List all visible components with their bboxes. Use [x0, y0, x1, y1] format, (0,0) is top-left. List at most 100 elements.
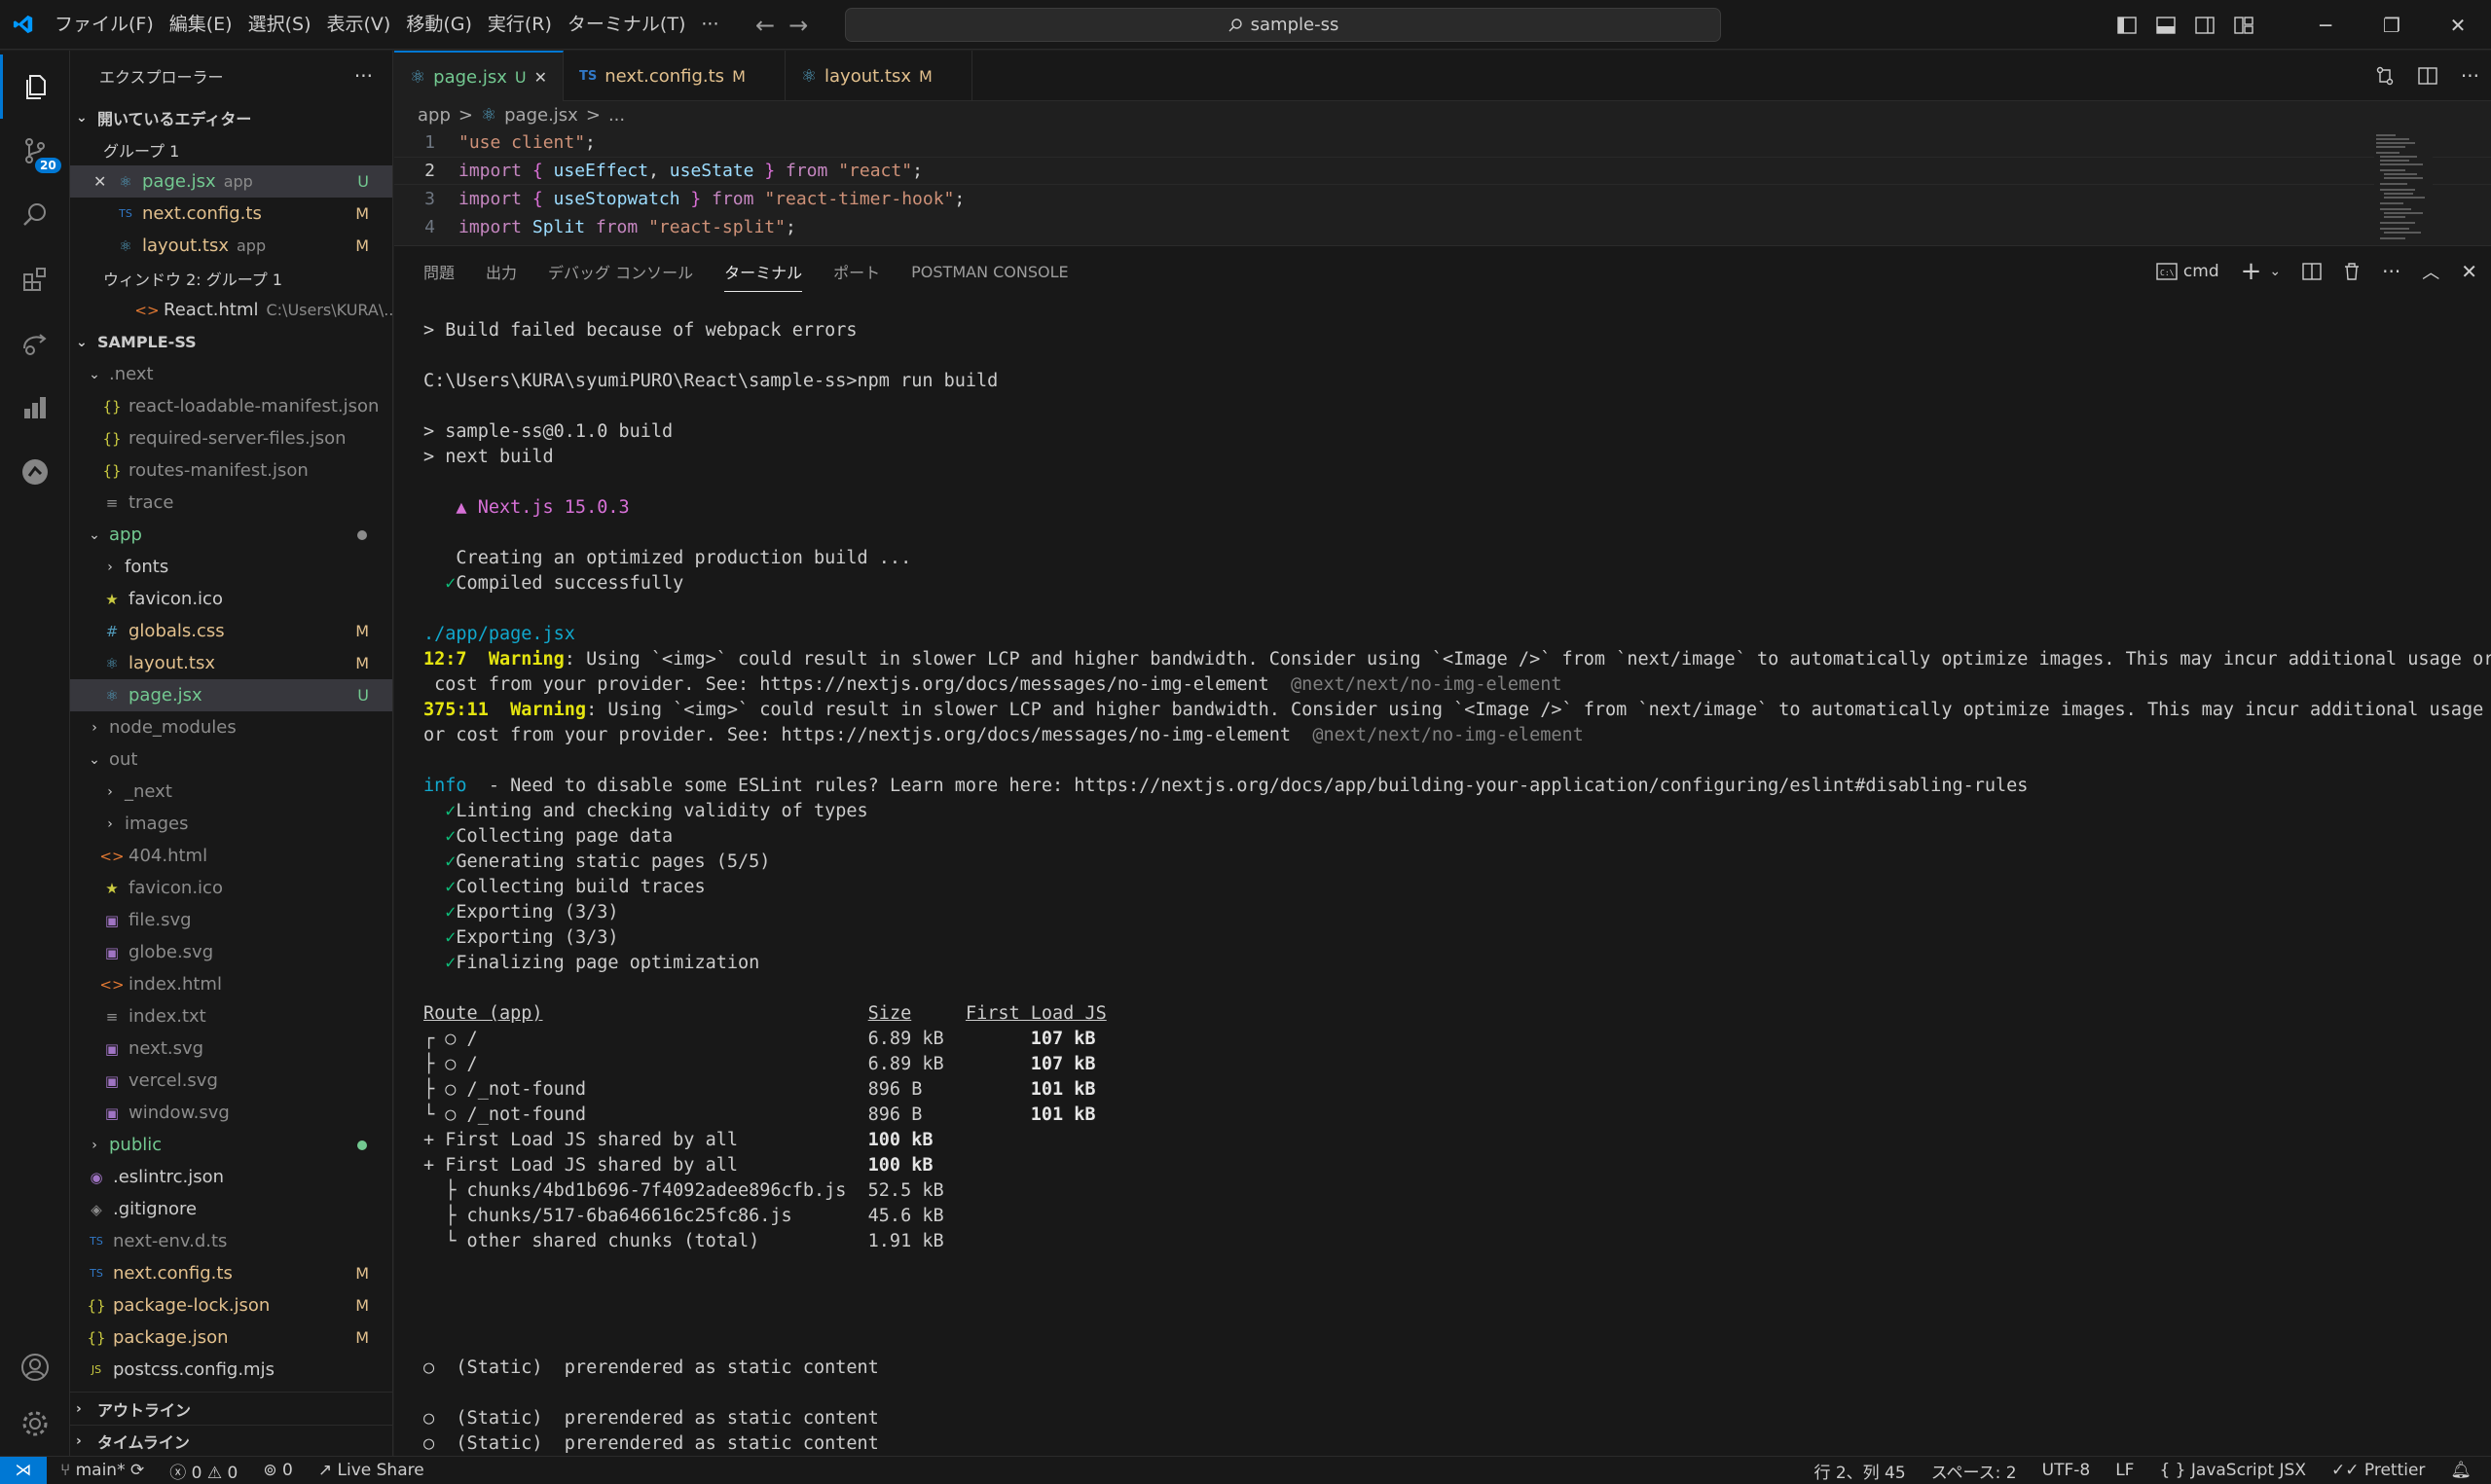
open-editor-item[interactable]: ✕ ⚛ page.jsx app U [70, 165, 392, 198]
outline-header[interactable]: › アウトライン [70, 1393, 392, 1425]
explorer-icon[interactable] [0, 54, 70, 119]
close-window-button[interactable]: ✕ [2425, 0, 2491, 50]
menu-item[interactable]: 編集(E) [162, 0, 240, 50]
folder-item[interactable]: › _next [70, 776, 392, 808]
maximize-panel-icon[interactable]: ︿ [2422, 259, 2439, 284]
file-item[interactable]: ≡ trace [70, 487, 392, 519]
folder-item[interactable]: › public [70, 1129, 392, 1161]
panel-tab[interactable]: POSTMAN CONSOLE [911, 255, 1068, 289]
file-item[interactable]: # globals.css M [70, 615, 392, 647]
file-item[interactable]: ⚛ page.jsx U [70, 679, 392, 711]
new-terminal-icon[interactable]: + [2241, 257, 2262, 286]
trash-icon[interactable] [2343, 262, 2361, 281]
file-item[interactable]: ▣ file.svg [70, 904, 392, 936]
branch-indicator[interactable]: ⑂ main* ⟳ [60, 1461, 144, 1480]
cursor-position[interactable]: 行 2、列 45 [1813, 1459, 1905, 1483]
toggle-panel-icon[interactable] [2156, 16, 2176, 34]
toggle-secondary-sidebar-icon[interactable] [2195, 16, 2215, 34]
code-line[interactable]: 4 import Split from "react-split"; [394, 213, 2491, 241]
search-icon[interactable] [0, 183, 70, 247]
account-icon[interactable] [0, 1335, 70, 1399]
file-item[interactable]: ▣ window.svg [70, 1097, 392, 1129]
minimize-button[interactable]: ─ [2292, 0, 2359, 50]
file-item[interactable]: {} routes-manifest.json [70, 454, 392, 487]
open-editor-item[interactable]: ⚛ layout.tsx app M [70, 230, 392, 262]
customize-layout-icon[interactable] [2234, 16, 2253, 34]
file-item[interactable]: <> 404.html [70, 840, 392, 872]
menu-item[interactable]: 選択(S) [240, 0, 319, 50]
encoding[interactable]: UTF-8 [2042, 1461, 2091, 1480]
settings-gear-icon[interactable] [0, 1392, 70, 1456]
code-line[interactable]: 1 "use client"; [394, 128, 2491, 157]
file-item[interactable]: TS next-env.d.ts [70, 1225, 392, 1257]
menu-item[interactable]: ··· [693, 0, 726, 50]
editor-tab[interactable]: TS next.config.ts M [564, 51, 786, 101]
editor-tab[interactable]: ⚛ layout.tsx M [786, 51, 972, 101]
file-item[interactable]: ★ favicon.ico [70, 583, 392, 615]
file-item[interactable]: {} react-loadable-manifest.json [70, 390, 392, 422]
file-item[interactable]: ≡ index.txt [70, 1000, 392, 1032]
open-changes-icon[interactable] [2375, 66, 2395, 86]
close-tab-icon[interactable]: ✕ [534, 68, 547, 87]
panel-tab[interactable]: 出力 [486, 252, 517, 291]
toggle-sidebar-icon[interactable] [2117, 16, 2137, 34]
open-editor-item[interactable]: <> React.html C:\Users\KURA\... [70, 294, 392, 326]
folder-item[interactable]: › fonts [70, 551, 392, 583]
extensions-icon[interactable] [0, 247, 70, 311]
code-editor[interactable]: 1 "use client"; 2 import { useEffect, useSt… [394, 128, 2491, 241]
file-item[interactable]: ▣ vercel.svg [70, 1065, 392, 1097]
open-editor-item[interactable]: TS next.config.ts M [70, 198, 392, 230]
menu-item[interactable]: 移動(G) [398, 0, 480, 50]
folder-item[interactable]: ⌄ out [70, 743, 392, 776]
live-share-button[interactable]: ↗ Live Share [318, 1461, 424, 1480]
panel-tab[interactable]: デバッグ コンソール [548, 252, 693, 291]
file-item[interactable]: {} required-server-files.json [70, 422, 392, 454]
maximize-button[interactable]: ❐ [2359, 0, 2425, 50]
file-item[interactable]: <> index.html [70, 968, 392, 1000]
forward-arrow-icon[interactable]: → [788, 12, 808, 39]
project-header[interactable]: ⌄ SAMPLE-SS [70, 326, 392, 358]
file-item[interactable]: JS postcss.config.mjs [70, 1354, 392, 1386]
file-item[interactable]: {} package.json M [70, 1321, 392, 1354]
file-item[interactable]: ◉ .eslintrc.json [70, 1161, 392, 1193]
chart-icon[interactable] [0, 376, 70, 440]
breadcrumb-item[interactable]: app [418, 105, 451, 126]
code-line[interactable]: 2 import { useEffect, useState } from "re… [394, 157, 2491, 185]
editor-more-icon[interactable]: ··· [2461, 64, 2479, 88]
remote-indicator-icon[interactable]: ⋊ [0, 1456, 47, 1484]
panel-more-icon[interactable]: ··· [2382, 260, 2400, 283]
gitlens-icon[interactable] [0, 440, 70, 504]
open-editors-header[interactable]: ⌄ 開いているエディター [70, 101, 392, 133]
notifications-bell-icon[interactable]: 🔔︎ [2450, 1461, 2472, 1480]
folder-item[interactable]: › images [70, 808, 392, 840]
menu-item[interactable]: 表示(V) [319, 0, 399, 50]
timeline-header[interactable]: › タイムライン [70, 1425, 392, 1456]
remote-explorer-icon[interactable] [0, 311, 70, 376]
editor-tab[interactable]: ⚛ page.jsx U ✕ [394, 51, 564, 101]
breadcrumb-item[interactable]: ... [608, 105, 625, 126]
file-item[interactable]: TS next.config.ts M [70, 1257, 392, 1289]
prettier-status[interactable]: ✓✓ Prettier [2331, 1461, 2425, 1480]
more-actions-button[interactable]: ··· [354, 64, 373, 88]
close-panel-icon[interactable]: ✕ [2461, 260, 2477, 283]
split-terminal-icon[interactable] [2302, 262, 2322, 281]
code-line[interactable]: 3 import { useStopwatch } from "react-tim… [394, 185, 2491, 213]
panel-tab[interactable]: ターミナル [724, 252, 803, 292]
split-editor-icon[interactable] [2418, 66, 2437, 86]
ports-indicator[interactable]: ⊚ 0 [263, 1461, 292, 1480]
folder-item[interactable]: › node_modules [70, 711, 392, 743]
close-icon[interactable]: ✕ [93, 172, 113, 191]
panel-tab[interactable]: 問題 [423, 252, 455, 291]
file-item[interactable]: ◈ .gitignore [70, 1193, 392, 1225]
menu-item[interactable]: ファイル(F) [47, 0, 162, 50]
folder-item[interactable]: ⌄ app [70, 519, 392, 551]
indentation[interactable]: スペース: 2 [1931, 1459, 2017, 1483]
back-arrow-icon[interactable]: ← [755, 12, 775, 39]
panel-tab[interactable]: ポート [833, 252, 880, 291]
file-item[interactable]: ▣ globe.svg [70, 936, 392, 968]
file-item[interactable]: ⚛ layout.tsx M [70, 647, 392, 679]
folder-item[interactable]: ⌄ .next [70, 358, 392, 390]
source-control-icon[interactable]: 20 [0, 119, 70, 183]
terminal-shell-selector[interactable]: C:\ cmd [2156, 262, 2219, 281]
chevron-down-icon[interactable]: ⌄ [2269, 264, 2281, 279]
